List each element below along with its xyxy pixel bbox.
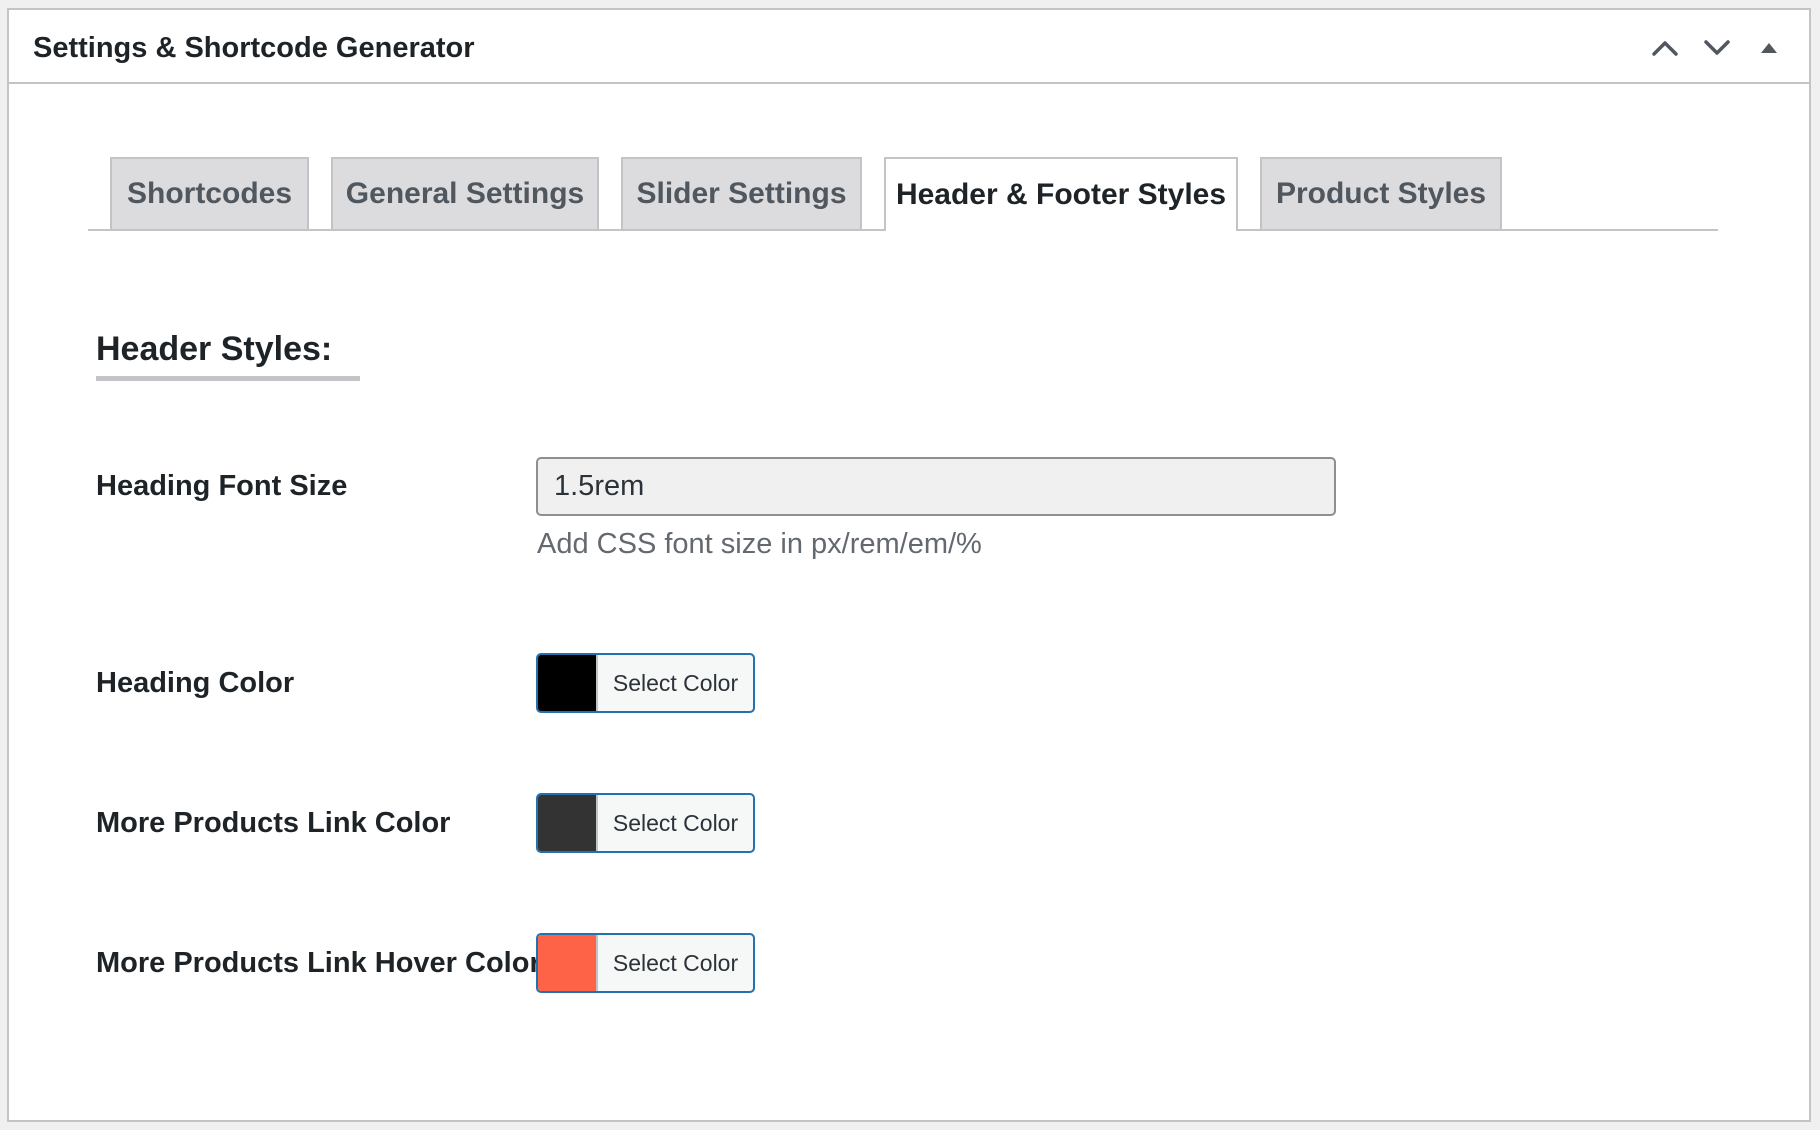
heading-color-picker[interactable]: Select Color <box>536 653 755 713</box>
panel-title: Settings & Shortcode Generator <box>33 32 475 64</box>
tab-product-styles[interactable]: Product Styles <box>1260 157 1502 229</box>
more-products-link-hover-color-swatch[interactable] <box>538 935 598 991</box>
tab-header-footer-styles[interactable]: Header & Footer Styles <box>884 157 1238 231</box>
settings-tabs: Shortcodes General Settings Slider Setti… <box>88 157 1718 231</box>
chevron-down-icon <box>1704 40 1730 55</box>
panel-controls <box>1633 28 1789 68</box>
move-down-button[interactable] <box>1697 28 1737 68</box>
heading-color-swatch[interactable] <box>538 655 598 711</box>
panel-header: Settings & Shortcode Generator <box>9 10 1809 84</box>
heading-font-size-input[interactable] <box>536 457 1336 516</box>
heading-color-select-button[interactable]: Select Color <box>598 655 753 711</box>
more-products-link-hover-color-picker[interactable]: Select Color <box>536 933 755 993</box>
section-heading: Header Styles: <box>96 330 333 368</box>
more-products-link-hover-color-label: More Products Link Hover Color <box>96 947 541 979</box>
more-products-link-color-swatch[interactable] <box>538 795 598 851</box>
toggle-panel-button[interactable] <box>1749 28 1789 68</box>
section-underline <box>96 376 360 381</box>
tab-general-settings[interactable]: General Settings <box>331 157 599 229</box>
move-up-button[interactable] <box>1645 28 1685 68</box>
more-products-link-hover-color-select-button[interactable]: Select Color <box>598 935 753 991</box>
triangle-up-icon <box>1761 43 1777 53</box>
tab-slider-settings[interactable]: Slider Settings <box>621 157 862 229</box>
more-products-link-color-select-button[interactable]: Select Color <box>598 795 753 851</box>
heading-font-size-label: Heading Font Size <box>96 470 348 502</box>
tab-shortcodes[interactable]: Shortcodes <box>110 157 309 229</box>
more-products-link-color-picker[interactable]: Select Color <box>536 793 755 853</box>
heading-font-size-description: Add CSS font size in px/rem/em/% <box>537 528 982 560</box>
chevron-up-icon <box>1652 41 1678 56</box>
more-products-link-color-label: More Products Link Color <box>96 807 451 839</box>
heading-color-label: Heading Color <box>96 667 295 699</box>
